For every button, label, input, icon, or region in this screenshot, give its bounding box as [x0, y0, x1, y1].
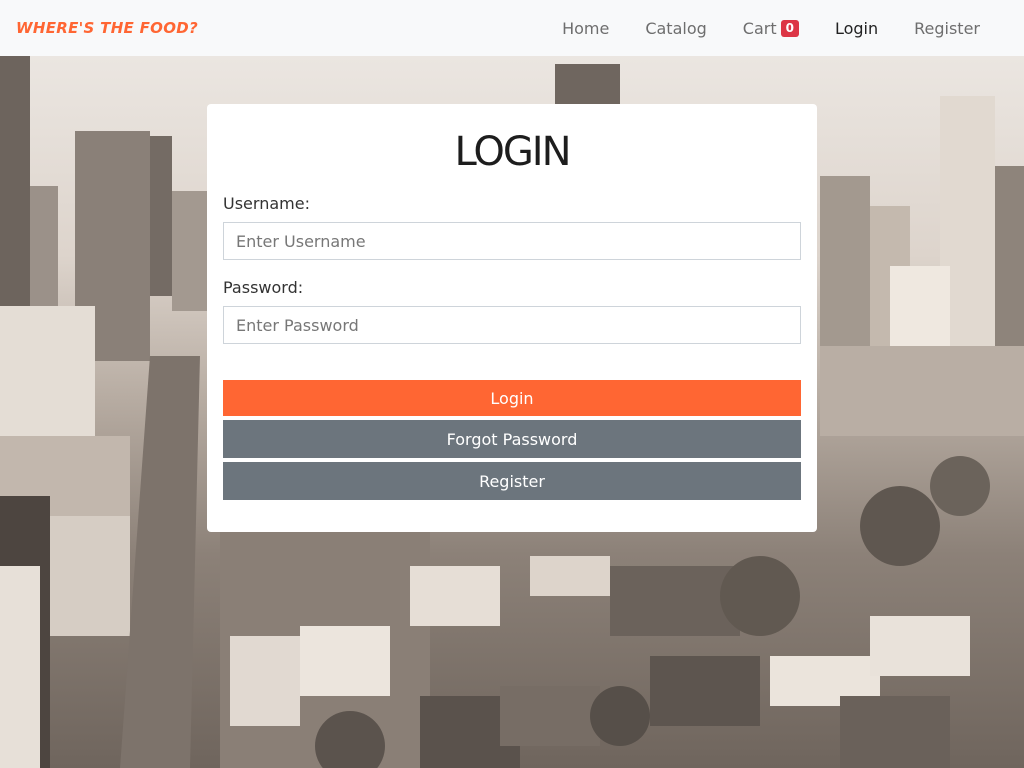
- nav-link-catalog[interactable]: Catalog: [645, 19, 706, 38]
- nav-link-register-label: Register: [914, 18, 980, 38]
- nav-link-home-label: Home: [562, 18, 610, 38]
- nav-link-login-label: Login: [834, 18, 879, 38]
- nav-link-cart[interactable]: Cart 0: [743, 19, 799, 38]
- nav-link-catalog-label: Catalog: [645, 18, 707, 38]
- forgot-password-button[interactable]: Forgot Password: [223, 420, 801, 458]
- nav-links: Home Catalog Cart 0 Login Register: [526, 19, 980, 38]
- login-title: LOGIN: [454, 129, 571, 175]
- cart-count-badge: 0: [780, 19, 799, 37]
- password-input[interactable]: [223, 306, 801, 344]
- nav-link-cart-label: Cart: [742, 18, 777, 38]
- username-input[interactable]: [223, 222, 801, 260]
- nav-link-home[interactable]: Home: [562, 19, 609, 38]
- top-navbar: Where's the food? Home Catalog Cart 0 Lo…: [0, 0, 1024, 56]
- register-button[interactable]: Register: [223, 462, 801, 500]
- nav-link-login[interactable]: Login: [835, 19, 878, 38]
- nav-link-register[interactable]: Register: [914, 19, 980, 38]
- login-card: LOGIN Username: Password: Login Forgot P…: [207, 104, 817, 532]
- brand-logo[interactable]: Where's the food?: [16, 19, 198, 37]
- password-label: Password:: [223, 278, 304, 297]
- login-button[interactable]: Login: [223, 380, 801, 416]
- username-label: Username:: [223, 194, 310, 213]
